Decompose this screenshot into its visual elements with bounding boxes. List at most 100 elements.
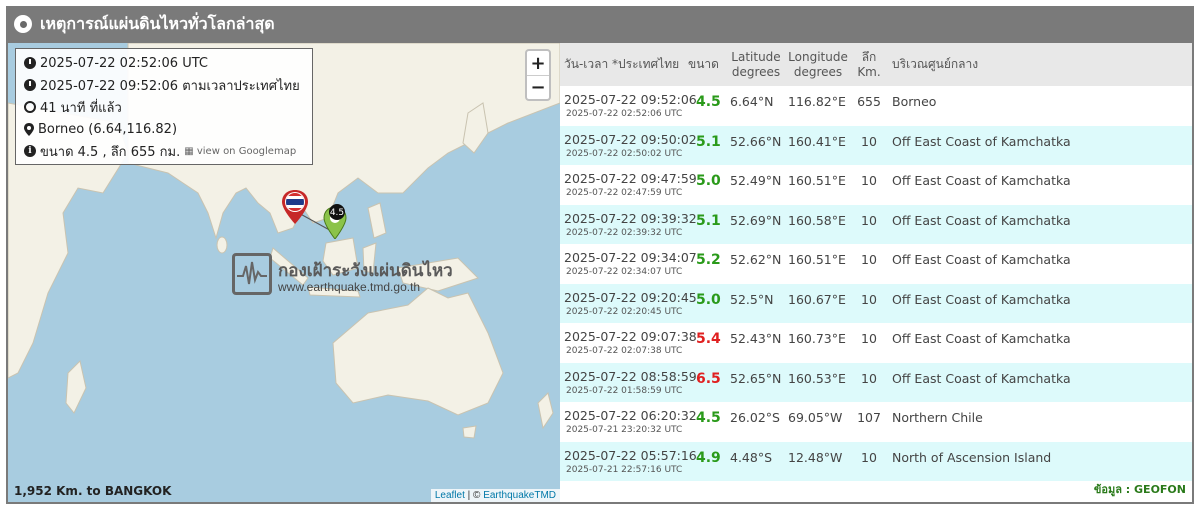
earthquake-marker[interactable]: 4.5 <box>322 203 348 240</box>
row-latitude: 52.66°N <box>730 133 782 149</box>
info-magnitude-row: i ขนาด 4.5 , ลึก 655 กม. ▦ view on Googl… <box>24 140 304 162</box>
row-region: Off East Coast of Kamchatka <box>892 173 1071 188</box>
table-row[interactable]: 2025-07-22 09:20:45 2025-07-22 02:20:45 … <box>560 283 1192 323</box>
clock-icon <box>24 57 36 69</box>
row-utc-time: 2025-07-21 23:20:32 UTC <box>566 425 683 435</box>
table-row[interactable]: 2025-07-22 09:39:32 2025-07-22 02:39:32 … <box>560 204 1192 244</box>
header-longitude-unit: degrees <box>793 64 843 79</box>
attribution-separator: | © <box>464 490 484 501</box>
data-source: ข้อมูล : GEOFON <box>1093 483 1186 496</box>
row-longitude: 69.05°W <box>788 410 843 425</box>
magnitude-depth: ขนาด 4.5 , ลึก 655 กม. <box>40 144 181 160</box>
row-depth: 10 <box>861 212 877 228</box>
row-latitude: 52.5°N <box>730 291 774 307</box>
table-row[interactable]: 2025-07-22 09:47:59 2025-07-22 02:47:59 … <box>560 165 1192 205</box>
info-icon: i <box>24 145 36 157</box>
table-row[interactable]: 2025-07-22 06:20:32 2025-07-21 23:20:32 … <box>560 402 1192 442</box>
row-latitude: 52.69°N <box>730 212 782 228</box>
header-depth-label: ลึก <box>861 49 877 64</box>
panel-header: เหตุการณ์แผ่นดินไหวทั่วโลกล่าสุด <box>6 6 1194 42</box>
tmd-watermark: กองเฝ้าระวังแผ่นดินไหว www.earthquake.tm… <box>232 253 453 297</box>
thai-time: 2025-07-22 09:52:06 ตามเวลาประเทศไทย <box>40 78 300 94</box>
row-latitude: 52.49°N <box>730 173 782 188</box>
row-local-time: 2025-07-22 09:20:45 <box>564 289 697 305</box>
row-utc-time: 2025-07-22 02:47:59 UTC <box>566 188 683 198</box>
row-latitude: 52.65°N <box>730 370 782 386</box>
seismograph-icon <box>232 253 272 295</box>
map[interactable]: + − 2025-07-22 02:52:06 UTC 2025-07-22 0… <box>8 43 560 502</box>
table-row[interactable]: 2025-07-22 09:34:07 2025-07-22 02:34:07 … <box>560 244 1192 284</box>
googlemap-link[interactable]: ▦ view on Googlemap <box>184 146 296 157</box>
row-region: Off East Coast of Kamchatka <box>892 291 1071 307</box>
row-region: North of Ascension Island <box>892 449 1052 465</box>
row-local-time: 2025-07-22 09:07:38 <box>564 329 697 344</box>
thailand-flag-marker[interactable] <box>282 190 308 224</box>
earthquake-table: วัน-เวลา *ประเทศไทย ขนาด Latitude degree… <box>560 43 1192 502</box>
row-region: Off East Coast of Kamchatka <box>892 370 1071 386</box>
row-latitude: 4.48°S <box>730 449 773 465</box>
table-row[interactable]: 2025-07-22 09:07:38 2025-07-22 02:07:38 … <box>560 323 1192 363</box>
elapsed-time: 41 นาที ที่แล้ว <box>40 100 122 116</box>
row-magnitude: 4.9 <box>696 449 721 466</box>
row-depth: 10 <box>861 331 877 346</box>
event-info-box: 2025-07-22 02:52:06 UTC 2025-07-22 09:52… <box>15 48 313 165</box>
row-region: Off East Coast of Kamchatka <box>892 331 1071 346</box>
row-utc-time: 2025-07-22 01:58:59 UTC <box>566 385 683 396</box>
header-latitude-unit: degrees <box>731 64 781 79</box>
row-local-time: 2025-07-22 05:57:16 <box>564 447 697 463</box>
row-local-time: 2025-07-22 09:52:06 <box>564 92 697 107</box>
earthquaketmd-link[interactable]: EarthquakeTMD <box>483 490 556 501</box>
row-magnitude: 5.1 <box>696 212 721 229</box>
row-longitude: 12.48°W <box>788 449 843 465</box>
record-icon <box>14 15 32 33</box>
row-latitude: 26.02°S <box>730 410 780 425</box>
watermark-url: www.earthquake.tmd.go.th <box>278 280 421 294</box>
row-region: Off East Coast of Kamchatka <box>892 133 1071 149</box>
row-latitude: 6.64°N <box>730 94 774 109</box>
table-row[interactable]: 2025-07-22 09:50:02 2025-07-22 02:50:02 … <box>560 125 1192 165</box>
panel-title: เหตุการณ์แผ่นดินไหวทั่วโลกล่าสุด <box>40 13 275 33</box>
zoom-in-button[interactable]: + <box>527 51 549 75</box>
info-elapsed-row: 41 นาที ที่แล้ว <box>24 96 304 118</box>
row-depth: 10 <box>861 173 877 188</box>
zoom-out-button[interactable]: − <box>527 75 549 99</box>
row-region: Off East Coast of Kamchatka <box>892 252 1071 267</box>
row-longitude: 160.41°E <box>788 133 846 149</box>
row-latitude: 52.43°N <box>730 331 782 346</box>
row-depth: 10 <box>861 291 877 307</box>
row-local-time: 2025-07-22 09:34:07 <box>564 250 697 265</box>
marker-magnitude: 4.5 <box>330 208 344 218</box>
table-row[interactable]: 2025-07-22 05:57:16 2025-07-21 22:57:16 … <box>560 441 1192 481</box>
row-region: Northern Chile <box>892 410 983 425</box>
table-row[interactable]: 2025-07-22 09:52:06 2025-07-22 02:52:06 … <box>560 86 1192 126</box>
table-row[interactable]: 2025-07-22 08:58:59 2025-07-22 01:58:59 … <box>560 362 1192 402</box>
row-depth: 107 <box>857 410 881 425</box>
header-longitude-label: Longitude <box>788 49 848 64</box>
leaflet-link[interactable]: Leaflet <box>435 490 465 501</box>
utc-time: 2025-07-22 02:52:06 UTC <box>40 55 208 71</box>
row-longitude: 160.51°E <box>788 173 846 188</box>
row-depth: 10 <box>861 252 877 267</box>
row-local-time: 2025-07-22 09:47:59 <box>564 171 697 186</box>
header-depth-unit: Km. <box>857 64 881 79</box>
header-region: บริเวณศูนย์กลาง <box>892 57 979 71</box>
header-magnitude: ขนาด <box>688 57 719 71</box>
row-utc-time: 2025-07-21 22:57:16 UTC <box>566 464 683 475</box>
info-utc-row: 2025-07-22 02:52:06 UTC <box>24 52 304 74</box>
googlemap-link-label: view on Googlemap <box>196 145 297 157</box>
clock-icon <box>24 79 36 91</box>
row-utc-time: 2025-07-22 02:50:02 UTC <box>566 148 683 159</box>
stopwatch-icon <box>24 101 36 113</box>
map-attribution: Leaflet | © EarthquakeTMD <box>430 489 560 502</box>
row-local-time: 2025-07-22 09:39:32 <box>564 210 697 226</box>
row-depth: 10 <box>861 449 877 465</box>
row-longitude: 160.67°E <box>788 291 846 307</box>
header-longitude: Longitude degrees <box>786 43 850 86</box>
info-thai-row: 2025-07-22 09:52:06 ตามเวลาประเทศไทย <box>24 74 304 96</box>
row-magnitude: 5.0 <box>696 173 721 189</box>
row-region: Borneo <box>892 94 937 109</box>
row-magnitude: 5.4 <box>696 331 721 347</box>
row-utc-time: 2025-07-22 02:52:06 UTC <box>566 109 683 119</box>
location-text: Borneo (6.64,116.82) <box>38 121 178 137</box>
row-longitude: 160.58°E <box>788 212 846 228</box>
